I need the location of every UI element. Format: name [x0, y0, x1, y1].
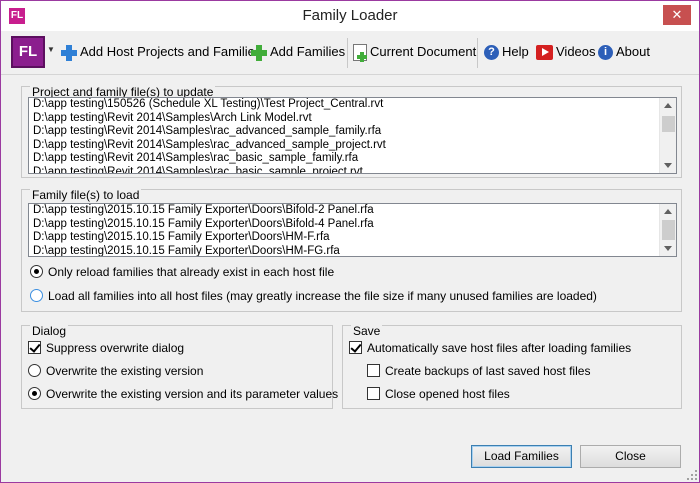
radio-unselected-icon[interactable]	[28, 364, 41, 378]
family-files-group: Family file(s) to load D:\app testing\20…	[21, 188, 682, 312]
app-menu-button[interactable]: FL	[11, 36, 45, 68]
create-backups-label[interactable]: Create backups of last saved host files	[385, 364, 590, 378]
project-files-list[interactable]: D:\app testing\150526 (Schedule XL Testi…	[28, 97, 677, 174]
reload-existing-label[interactable]: Only reload families that already exist …	[48, 265, 334, 279]
create-backups-checkbox[interactable]: Create backups of last saved host files	[367, 363, 590, 379]
suppress-overwrite-label[interactable]: Suppress overwrite dialog	[46, 341, 184, 355]
video-icon	[536, 45, 553, 61]
close-opened-checkbox[interactable]: Close opened host files	[367, 386, 510, 402]
load-all-label[interactable]: Load all families into all host files (m…	[48, 289, 597, 303]
load-all-radio[interactable]: Load all families into all host files (m…	[30, 288, 597, 304]
auto-save-checkbox[interactable]: Automatically save host files after load…	[349, 340, 631, 356]
radio-unselected-icon[interactable]	[30, 289, 43, 303]
scroll-up-icon[interactable]	[664, 103, 672, 108]
auto-save-label[interactable]: Automatically save host files after load…	[367, 341, 631, 355]
current-document-button[interactable]: Current Document	[353, 43, 476, 63]
list-item[interactable]: D:\app testing\150526 (Schedule XL Testi…	[29, 98, 676, 112]
about-label: About	[616, 44, 650, 59]
add-host-projects-button[interactable]: Add Host Projects and Families	[61, 43, 261, 63]
list-item[interactable]: D:\app testing\2015.10.15 Family Exporte…	[29, 218, 676, 232]
window-title: Family Loader	[302, 7, 398, 24]
list-item[interactable]: D:\app testing\2015.10.15 Family Exporte…	[29, 245, 676, 256]
checkbox-checked-icon[interactable]	[28, 341, 41, 355]
help-label: Help	[502, 44, 529, 59]
overwrite-existing-label[interactable]: Overwrite the existing version	[46, 364, 203, 378]
add-icon	[61, 44, 77, 61]
reload-existing-radio[interactable]: Only reload families that already exist …	[30, 264, 334, 280]
dialog-group: Dialog Suppress overwrite dialog Overwri…	[21, 324, 338, 409]
radio-selected-icon[interactable]	[30, 265, 43, 279]
family-files-list[interactable]: D:\app testing\2015.10.15 Family Exporte…	[28, 203, 677, 257]
close-window-button[interactable]: ✕	[663, 5, 691, 25]
about-button[interactable]: i About	[598, 43, 650, 63]
save-group-label: Save	[351, 324, 383, 338]
add-families-button[interactable]: Add Families	[251, 43, 345, 63]
checkbox-checked-icon[interactable]	[349, 341, 362, 355]
close-opened-label[interactable]: Close opened host files	[385, 387, 510, 401]
resize-grip-icon[interactable]	[687, 470, 697, 480]
current-document-label: Current Document	[370, 44, 477, 59]
list-item[interactable]: D:\app testing\Revit 2014\Samples\rac_ba…	[29, 152, 676, 166]
add-icon	[251, 44, 267, 61]
radio-selected-icon[interactable]	[28, 387, 41, 401]
toolbar-divider	[347, 38, 348, 68]
list-item[interactable]: D:\app testing\Revit 2014\Samples\Arch L…	[29, 112, 676, 126]
overwrite-existing-radio[interactable]: Overwrite the existing version	[28, 363, 203, 379]
overwrite-with-params-radio[interactable]: Overwrite the existing version and its p…	[28, 386, 338, 402]
list-item[interactable]: D:\app testing\Revit 2014\Samples\rac_ad…	[29, 125, 676, 139]
dropdown-arrow-icon[interactable]: ▼	[47, 45, 55, 54]
scroll-thumb[interactable]	[662, 220, 675, 240]
scroll-down-icon[interactable]	[664, 163, 672, 168]
project-files-group: Project and family file(s) to update D:\…	[21, 85, 682, 178]
vertical-scrollbar[interactable]	[659, 204, 676, 256]
scroll-up-icon[interactable]	[664, 209, 672, 214]
suppress-overwrite-checkbox[interactable]: Suppress overwrite dialog	[28, 340, 184, 356]
document-icon	[353, 44, 367, 63]
list-item[interactable]: D:\app testing\2015.10.15 Family Exporte…	[29, 231, 676, 245]
save-group: Save Automatically save host files after…	[342, 324, 682, 409]
list-item[interactable]: D:\app testing\Revit 2014\Samples\rac_ba…	[29, 166, 676, 173]
family-loader-window: FL Family Loader ✕ FL ▼ Add Host Project…	[0, 0, 700, 483]
videos-button[interactable]: Videos	[536, 43, 596, 63]
list-item[interactable]: D:\app testing\Revit 2014\Samples\rac_ad…	[29, 139, 676, 153]
checkbox-unchecked-icon[interactable]	[367, 364, 380, 378]
help-button[interactable]: ? Help	[484, 43, 529, 63]
vertical-scrollbar[interactable]	[659, 98, 676, 173]
dialog-group-label: Dialog	[30, 324, 69, 338]
checkbox-unchecked-icon[interactable]	[367, 387, 380, 401]
add-families-label: Add Families	[270, 44, 346, 59]
close-button[interactable]: Close	[580, 445, 681, 468]
load-families-button[interactable]: Load Families	[471, 445, 572, 468]
info-icon: i	[598, 45, 613, 61]
title-bar: FL Family Loader ✕	[1, 1, 699, 31]
toolbar-divider	[477, 38, 478, 68]
help-icon: ?	[484, 45, 499, 61]
list-item[interactable]: D:\app testing\2015.10.15 Family Exporte…	[29, 204, 676, 218]
scroll-thumb[interactable]	[662, 116, 675, 132]
toolbar: FL ▼ Add Host Projects and Families Add …	[1, 31, 699, 75]
scroll-down-icon[interactable]	[664, 246, 672, 251]
family-files-group-label: Family file(s) to load	[30, 188, 142, 202]
overwrite-with-params-label[interactable]: Overwrite the existing version and its p…	[46, 387, 338, 401]
videos-label: Videos	[556, 44, 596, 59]
add-host-projects-label: Add Host Projects and Families	[80, 44, 262, 59]
